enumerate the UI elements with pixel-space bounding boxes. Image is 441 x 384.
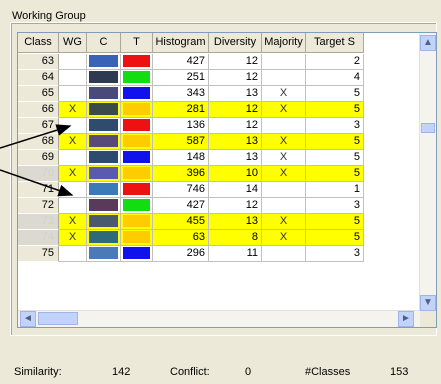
similarity-value: 142 xyxy=(112,366,131,378)
annotation-arrows xyxy=(0,124,74,197)
similarity-label: Similarity: xyxy=(14,366,62,378)
conflict-value: 0 xyxy=(245,366,252,378)
annotation-arrow-1 xyxy=(0,124,72,149)
annotation-arrow-2 xyxy=(0,169,74,197)
classes-value: 153 xyxy=(390,366,409,378)
classes-label: #Classes xyxy=(305,366,351,378)
conflict-label: Conflict: xyxy=(170,366,210,378)
